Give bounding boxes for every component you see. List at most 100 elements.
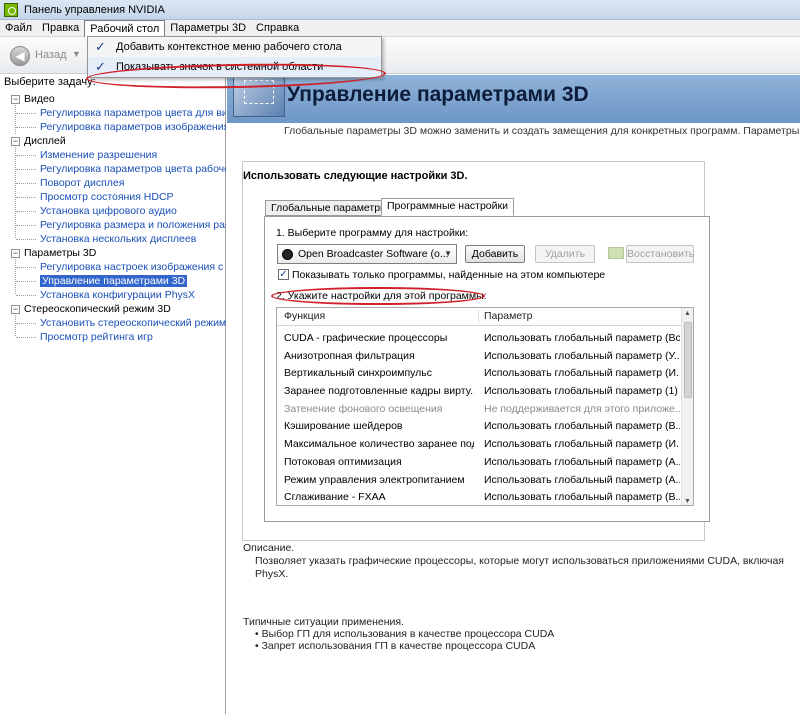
add-program-button[interactable]: Добавить [465,245,525,263]
tree-category-stereo-3d[interactable]: − Стереоскопический режим 3D [0,302,226,316]
program-select-value: Open Broadcaster Software (o... [298,248,449,260]
content-pane: Управление параметрами 3D Глобальные пар… [227,67,800,714]
page-description: Глобальные параметры 3D можно заменить и… [284,125,800,137]
feature-cell: CUDA - графические процессоры [284,332,448,344]
feature-cell: Максимальное количество заранее под... [284,438,474,451]
column-feature[interactable]: Функция [284,310,325,322]
tree-item[interactable]: Регулировка размера и положения рабо [0,218,226,232]
window-title: Панель управления NVIDIA [24,3,165,16]
back-arrow-icon[interactable]: ◀ [10,46,30,66]
task-header: Выберите задачу: [4,76,96,88]
menu-help[interactable]: Справка [251,20,304,37]
table-row[interactable]: Режим управления электропитанием Использо… [277,472,682,490]
program-select[interactable]: Open Broadcaster Software (o... ▼ [277,244,457,264]
value-cell[interactable]: Использовать глобальный параметр (А... [484,454,680,472]
value-cell[interactable]: Использовать глобальный параметр (Все) [484,330,680,348]
nvidia-app-icon [4,2,18,17]
feature-cell: Заранее подготовленные кадры вирту... [284,385,474,398]
table-row[interactable]: Потоковая оптимизация Использовать глобал… [277,454,682,472]
tree-item[interactable]: Регулировка параметров цвета для вид [0,106,226,120]
tree-item[interactable]: Поворот дисплея [0,176,226,190]
table-row[interactable]: CUDA - графические процессоры Использоват… [277,330,682,348]
value-cell[interactable]: Использовать глобальный параметр (И... [484,436,680,454]
collapse-icon[interactable]: − [11,137,20,146]
menu-bar: Файл Правка Рабочий стол Параметры 3D Сп… [0,19,800,37]
tree-item[interactable]: Просмотр рейтинга игр [0,330,226,344]
value-cell[interactable]: Не поддерживается для этого приложе... [484,401,680,419]
only-found-label: Показывать только программы, найденные н… [292,269,606,281]
value-cell[interactable]: Использовать глобальный параметр (У... [484,348,680,366]
tree-item[interactable]: Регулировка параметров изображения д [0,120,226,134]
program-settings-table: Функция Параметр CUDA - графические проц… [276,307,694,506]
table-row[interactable]: Сглаживание - FXAA Использовать глобальны… [277,489,682,505]
table-header: Функция Параметр [277,308,682,326]
table-row[interactable]: Анизотропная фильтрация Использовать глоб… [277,348,682,366]
title-bar: Панель управления NVIDIA [0,0,800,20]
table-row[interactable]: Затенение фонового освещения Не поддержив… [277,401,682,419]
tree-category-3d-settings[interactable]: − Параметры 3D [0,246,226,260]
page-title: Управление параметрами 3D [287,83,589,106]
description-line-1: Позволяет указать графические процессоры… [255,555,784,567]
table-row[interactable]: Максимальное количество заранее под... Ис… [277,436,682,454]
checkmark-icon: ✓ [95,39,106,54]
tree-item[interactable]: Регулировка настроек изображения с пр [0,260,226,274]
obs-program-icon [282,249,293,260]
tree-category-video[interactable]: − Видео [0,92,226,106]
table-row[interactable]: Заранее подготовленные кадры вирту... Исп… [277,383,682,401]
step1-label: 1. Выберите программу для настройки: [276,227,469,239]
back-history-chevron-icon[interactable]: ▼ [72,49,81,59]
feature-cell: Сглаживание - FXAA [284,491,386,504]
tree-item-manage-3d-selected[interactable]: Управление параметрами 3D [0,274,226,288]
chevron-down-icon: ▼ [444,249,452,258]
tree-item[interactable]: Установка цифрового аудио [0,204,226,218]
description-label: Описание. [243,542,295,554]
value-cell[interactable]: Использовать глобальный параметр (В... [484,418,680,436]
table-row[interactable]: Кэширование шейдеров Использовать глобаль… [277,418,682,436]
typical-usage-label: Типичные ситуации применения. [243,616,404,628]
back-button-label[interactable]: Назад [35,49,67,61]
tree-item[interactable]: Установить стереоскопический режим 3 [0,316,226,330]
menu-file[interactable]: Файл [0,20,37,37]
only-found-checkbox[interactable]: ✓ [278,269,289,280]
tree-category-display[interactable]: − Дисплей [0,134,226,148]
tree-item[interactable]: Установка конфигурации PhysX [0,288,226,302]
tree-item[interactable]: Просмотр состояния HDCP [0,190,226,204]
collapse-icon[interactable]: − [11,249,20,258]
column-value[interactable]: Параметр [484,310,532,322]
red-highlight-ellipse [271,287,485,305]
feature-cell: Кэширование шейдеров [284,420,403,433]
typical-usage-item: • Запрет использования ГП в качестве про… [255,640,536,652]
nvidia-logo-icon [608,247,624,259]
value-cell[interactable]: Использовать глобальный параметр (И... [484,365,680,383]
scroll-thumb[interactable] [684,322,692,398]
scroll-up-icon[interactable]: ▲ [684,310,691,317]
menu-desktop[interactable]: Рабочий стол [84,19,166,37]
scroll-down-icon[interactable]: ▼ [684,498,691,505]
tree-item[interactable]: Регулировка параметров цвета рабочег [0,162,226,176]
value-cell[interactable]: Использовать глобальный параметр (В... [484,489,680,505]
task-tree: − Видео Регулировка параметров цвета для… [0,92,226,344]
tree-item[interactable]: Установка нескольких дисплеев [0,232,226,246]
value-cell[interactable]: Использовать глобальный параметр (1) [484,383,680,401]
table-scrollbar[interactable]: ▲ ▼ [681,308,693,505]
remove-program-button[interactable]: Удалить [535,245,595,263]
tab-program-settings[interactable]: Программные настройки [381,198,514,216]
tab-global-settings[interactable]: Глобальные параметры [265,200,394,216]
menu-edit[interactable]: Правка [37,20,84,37]
menu-3d-settings[interactable]: Параметры 3D [165,20,251,37]
table-row[interactable]: Вертикальный синхроимпульс Использовать г… [277,365,682,383]
settings-heading: Использовать следующие настройки 3D. [243,170,468,182]
feature-cell: Анизотропная фильтрация [284,349,415,362]
value-cell[interactable]: Использовать глобальный параметр (А... [484,472,680,490]
menu-item-add-context-menu[interactable]: ✓ Добавить контекстное меню рабочего сто… [88,37,381,57]
feature-cell: Режим управления электропитанием [284,473,465,486]
feature-cell: Потоковая оптимизация [284,455,402,468]
collapse-icon[interactable]: − [11,305,20,314]
task-sidebar: Выберите задачу: − Видео Регулировка пар… [0,75,226,714]
restore-button[interactable]: Восстановить [626,245,694,263]
description-line-2: PhysX. [255,568,289,580]
tree-item[interactable]: Изменение разрешения [0,148,226,162]
menu-item-label: Добавить контекстное меню рабочего стола [116,41,342,53]
collapse-icon[interactable]: − [11,95,20,104]
feature-cell: Вертикальный синхроимпульс [284,367,432,380]
